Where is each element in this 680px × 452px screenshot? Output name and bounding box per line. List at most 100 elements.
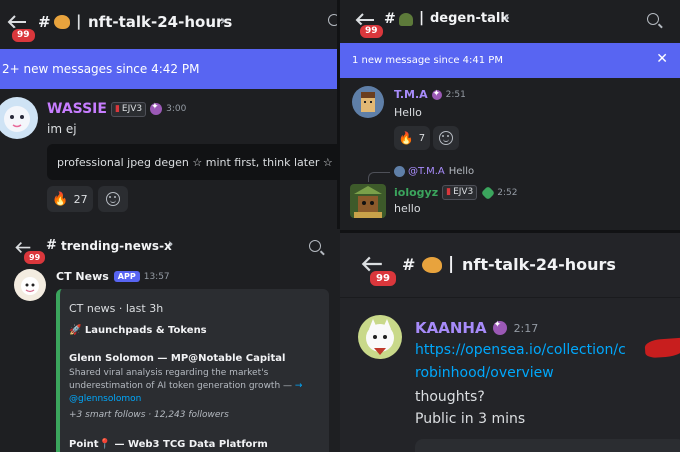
avatar-tma[interactable] [352, 86, 384, 118]
guild-tag[interactable]: ▮ EJV3 [442, 185, 478, 200]
unread-badge: 99 [22, 249, 48, 266]
message-time: 2:51 [445, 89, 466, 100]
reply-preview[interactable]: @T.M.A Hello [394, 166, 474, 177]
add-reaction-icon [106, 192, 120, 206]
item1-stats: +3 smart follows · 12,243 followers [69, 410, 229, 420]
tag-icon: ▮ [114, 103, 120, 114]
panel-trending-news: 99 # trending-news-x › CT News APP 13:57… [0, 229, 340, 452]
author-name[interactable]: iologyz [394, 186, 438, 199]
palette-emoji-icon [54, 15, 70, 29]
item1-handle-link[interactable]: @glennsolomon [69, 394, 141, 404]
tag-label: EJV3 [453, 187, 474, 197]
banner-text: 2+ new messages since 4:42 PM [2, 62, 200, 76]
separator: | [448, 254, 455, 274]
message-time: 13:57 [143, 271, 170, 282]
channel-hash-icon: # [38, 13, 51, 31]
channel-header: 99 # | nft-talk-24-hours [340, 233, 680, 295]
tag-label: EJV3 [121, 103, 143, 114]
message-text-line2: Public in 3 mins [415, 411, 526, 427]
bio-embed: professional jpeg degen ☆ mint first, th… [47, 144, 337, 180]
avatar-wassie[interactable] [0, 97, 38, 139]
message-header: iologyz ▮ EJV3 2:52 [394, 185, 518, 200]
message-area: WASSIE ▮EJV3 3:00 im ej professional jpe… [0, 89, 337, 230]
embed-preview-edge [415, 439, 680, 452]
reaction-fire[interactable]: 🔥 27 [47, 186, 93, 212]
channel-name[interactable]: nft-talk-24-hours [462, 255, 616, 274]
item1-title: Glenn Solomon — MP@Notable Capital [69, 353, 286, 364]
add-reaction-button[interactable] [98, 186, 128, 212]
reply-author: @T.M.A [408, 166, 445, 177]
channel-header: 99 # trending-news-x › [0, 229, 340, 266]
channel-name[interactable]: nft-talk-24-hours [88, 13, 232, 31]
unread-badge: 99 [358, 23, 385, 40]
chevron-right-icon[interactable]: › [168, 237, 173, 252]
author-name[interactable]: KAANHA [415, 319, 487, 337]
channel-name[interactable]: trending-news-x [61, 239, 172, 253]
reply-text: Hello [448, 166, 475, 177]
opensea-link-line1[interactable]: https://opensea.io/collection/c [415, 342, 626, 358]
embed-text: professional jpeg degen ☆ mint first, th… [57, 155, 337, 169]
separator: | [419, 10, 425, 26]
message-header: CT News APP 13:57 [56, 270, 170, 283]
author-name[interactable]: CT News [56, 270, 109, 283]
unread-badge: 99 [368, 269, 398, 288]
item1-body: Shared viral analysis regarding the mark… [69, 367, 324, 406]
fire-emoji-icon: 🔥 [52, 191, 69, 207]
arrow-icon: → [294, 381, 303, 391]
message-text: Hello [394, 106, 422, 119]
panel-nft-talk-top: 99 # | nft-talk-24-hours › 2+ new messag… [0, 0, 337, 230]
channel-hash-icon: # [46, 238, 57, 253]
author-name[interactable]: T.M.A [394, 88, 428, 101]
panel-nft-talk-bottom: 99 # | nft-talk-24-hours KAANHA 2:17 htt… [340, 233, 680, 452]
new-messages-banner[interactable]: 1 new message since 4:41 PM ✕ [340, 43, 680, 78]
message-time: 3:00 [166, 104, 187, 114]
message-text: im ej [47, 122, 77, 136]
tag-icon: ▮ [446, 187, 452, 197]
verified-badge-icon [431, 89, 442, 100]
palette-emoji-icon [422, 257, 442, 273]
search-icon[interactable] [309, 240, 321, 252]
message-text-line1: thoughts? [415, 389, 485, 405]
channel-hash-icon: # [384, 11, 396, 27]
opensea-link-line2[interactable]: robinhood/overview [415, 365, 554, 381]
message-text: hello [394, 202, 421, 215]
reply-avatar [394, 166, 405, 177]
panel-degen-talk: 99 # | degen-talk › 1 new message since … [340, 0, 680, 230]
add-reaction-button[interactable] [433, 126, 459, 150]
avatar-iologyz[interactable] [350, 184, 386, 218]
search-icon-partial[interactable] [328, 14, 337, 26]
banner-text: 1 new message since 4:41 PM [352, 55, 503, 66]
news-embed: CT news · last 3h 🚀 Launchpads & Tokens … [56, 289, 329, 452]
reaction-fire[interactable]: 🔥 7 [394, 126, 430, 150]
item1-body-text: Shared viral analysis regarding the mark… [69, 368, 293, 391]
verified-badge-icon [150, 102, 163, 115]
boost-badge-icon [481, 185, 496, 200]
channel-hash-icon: # [402, 255, 416, 274]
reaction-count: 27 [73, 192, 88, 206]
header-divider [340, 297, 680, 298]
separator: | [76, 12, 82, 30]
chevron-right-icon[interactable]: › [504, 10, 510, 26]
channel-header: 99 # | degen-talk › [340, 0, 680, 42]
helmet-emoji-icon [399, 13, 413, 26]
section-heading: 🚀 Launchpads & Tokens [69, 325, 207, 336]
new-messages-banner[interactable]: 2+ new messages since 4:42 PM [0, 49, 337, 89]
message-header: WASSIE ▮EJV3 3:00 [47, 101, 186, 117]
message-time: 2:17 [513, 321, 539, 335]
unread-badge: 99 [10, 27, 37, 44]
redaction-mark [644, 337, 680, 359]
guild-tag[interactable]: ▮ EJV3 [110, 101, 147, 117]
close-icon[interactable]: ✕ [656, 51, 668, 67]
fire-emoji-icon: 🔥 [398, 131, 414, 145]
message-header: T.M.A 2:51 [394, 88, 466, 101]
avatar-kaanha[interactable] [358, 315, 402, 359]
channel-name[interactable]: degen-talk [430, 11, 509, 26]
message-time: 2:52 [497, 187, 518, 198]
author-name[interactable]: WASSIE [47, 101, 107, 117]
app-badge: APP [113, 271, 140, 282]
avatar-ct-news[interactable] [14, 269, 46, 301]
embed-title: CT news · last 3h [69, 302, 164, 315]
chevron-right-icon[interactable]: › [220, 13, 226, 29]
add-reaction-icon [439, 131, 453, 145]
search-icon[interactable] [647, 13, 659, 25]
